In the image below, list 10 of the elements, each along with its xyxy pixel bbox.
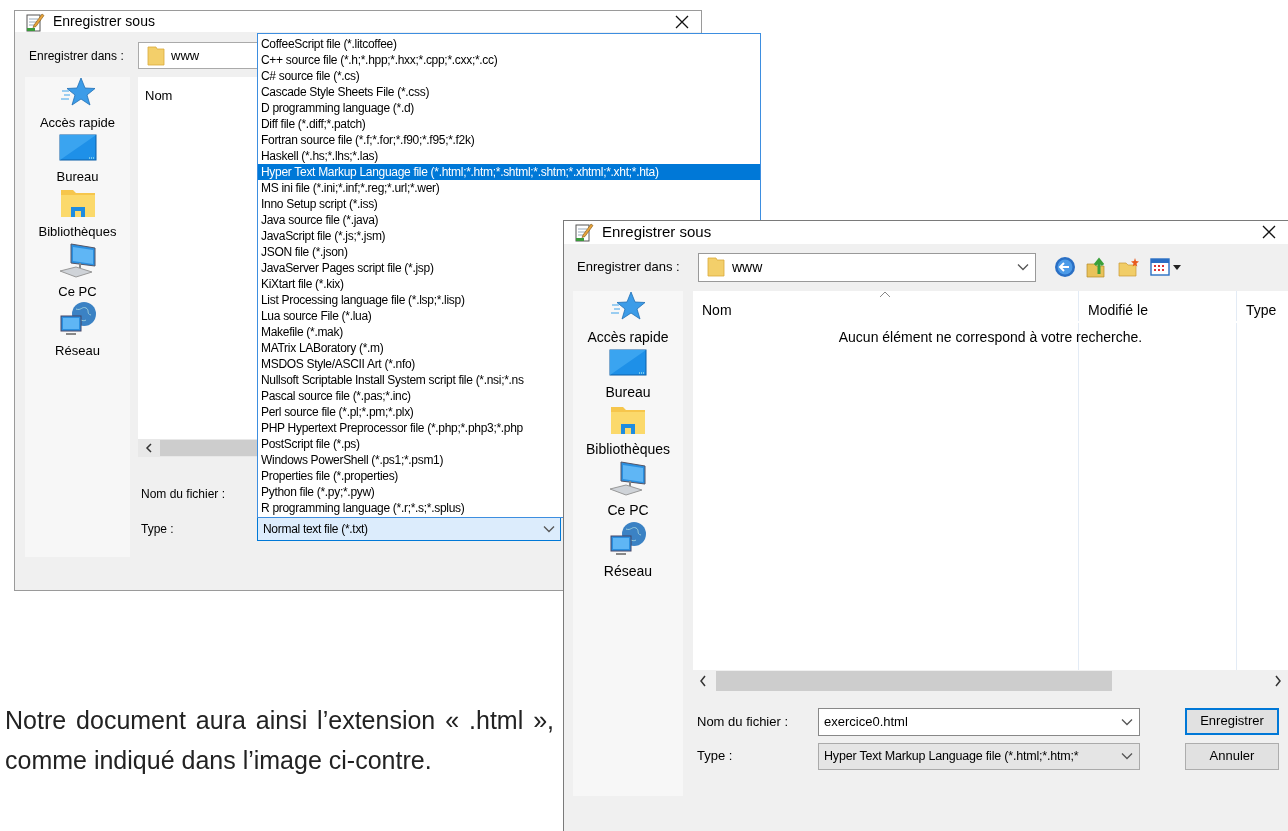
paragraph: Notre document aura ainsi l’extension « .html », comme indiqué dans l’image ci-contre. [5, 705, 554, 776]
field-label: Enregistrer dans : [577, 258, 681, 277]
field-label: Nom du fichier : [141, 486, 226, 503]
window-title: Enregistrer sous [53, 12, 156, 31]
field-label: Type : [141, 520, 175, 538]
window-title: Enregistrer sous [602, 222, 713, 242]
field-label: Nom du fichier : [697, 712, 790, 731]
field-label: Enregistrer dans : [29, 47, 125, 65]
field-label: Type : [697, 747, 734, 766]
empty-message: Aucun élément ne correspond à votre recherche. [837, 327, 1144, 347]
